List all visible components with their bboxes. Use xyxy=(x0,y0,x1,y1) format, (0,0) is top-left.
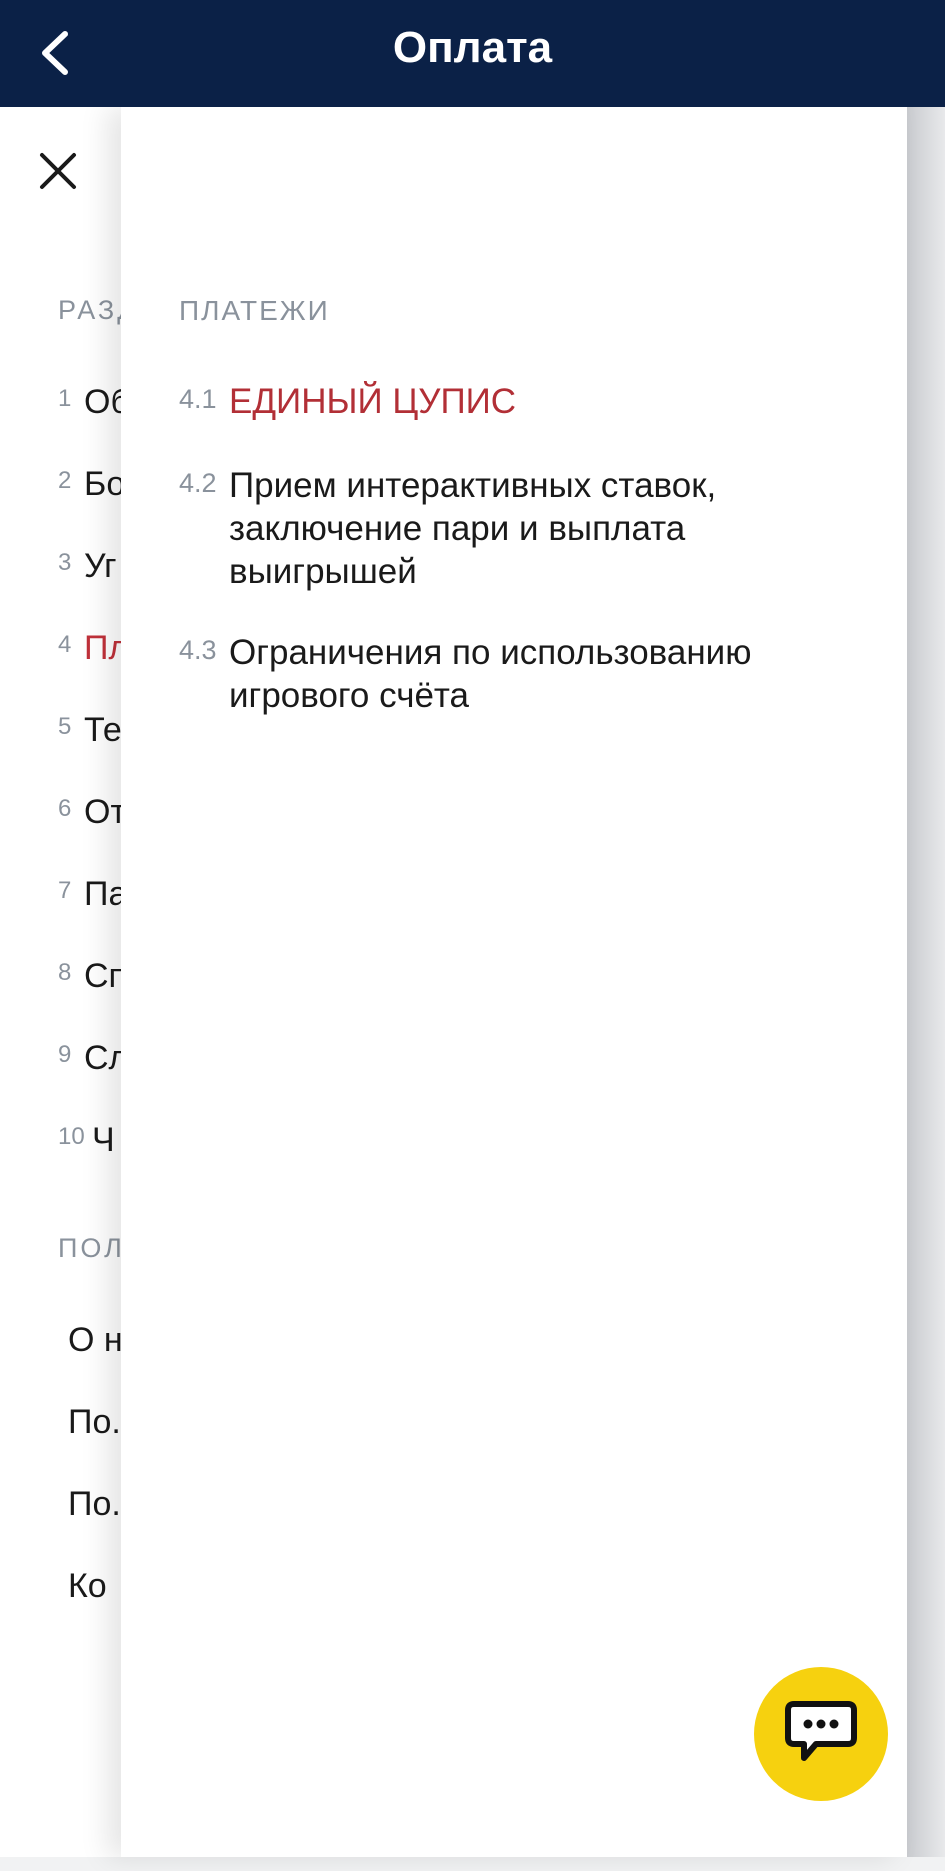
section-number: 2 xyxy=(58,467,72,494)
subsection-label: Прием интерактивных ставок, заключение п… xyxy=(229,466,717,591)
section-number: 1 xyxy=(58,385,72,412)
subsection-item-4-1[interactable]: 4.1 ЕДИНЫЙ ЦУПИС xyxy=(179,380,869,423)
section-number: 4 xyxy=(58,631,72,658)
chat-button[interactable] xyxy=(754,1667,888,1801)
section-number: 5 xyxy=(58,713,72,740)
section-number: 10 xyxy=(58,1123,85,1150)
section-item-7[interactable]: 7 Па xyxy=(58,875,127,914)
bottom-bar xyxy=(0,1857,945,1871)
subsection-sheet: ПЛАТЕЖИ 4.1 ЕДИНЫЙ ЦУПИС 4.2 Прием интер… xyxy=(121,107,907,1857)
section-label: Бо xyxy=(84,465,126,503)
useful-link-4[interactable]: Ко xyxy=(68,1567,107,1606)
useful-link-3[interactable]: По. xyxy=(68,1485,121,1524)
section-number: 7 xyxy=(58,877,72,904)
section-item-9[interactable]: 9 Сл xyxy=(58,1039,128,1078)
section-item-8[interactable]: 8 Сп xyxy=(58,957,127,996)
section-number: 3 xyxy=(58,549,72,576)
section-label: Ч xyxy=(92,1121,115,1159)
section-number: 9 xyxy=(58,1041,72,1068)
section-item-6[interactable]: 6 От xyxy=(58,793,126,832)
subsection-label: Ограничения по использованию игрового сч… xyxy=(229,633,752,715)
section-item-5[interactable]: 5 Те xyxy=(58,711,122,750)
subsection-item-4-2[interactable]: 4.2 Прием интерактивных ставок, заключен… xyxy=(179,464,869,593)
close-button[interactable] xyxy=(30,143,86,199)
section-label: От xyxy=(84,793,127,831)
section-number: 6 xyxy=(58,795,72,822)
useful-title: ПОЛ xyxy=(58,1233,125,1263)
chat-bubble-icon xyxy=(785,1701,857,1761)
page-title: Оплата xyxy=(392,23,553,72)
useful-link-1[interactable]: О н xyxy=(68,1321,123,1360)
close-icon xyxy=(40,153,76,189)
section-item-2[interactable]: 2 Бо xyxy=(58,465,125,504)
section-item-4[interactable]: 4 Пл xyxy=(58,629,128,668)
sheet-title: ПЛАТЕЖИ xyxy=(179,295,330,326)
app-header: Оплата xyxy=(0,0,945,107)
overlay-scrim xyxy=(907,107,945,1857)
section-label: Те xyxy=(84,711,122,749)
page: Оплата РАЗД 1 Об 2 Бо 3 Уг 4 Пл 5 Те 6 О… xyxy=(0,0,945,1871)
section-item-10[interactable]: 10 Ч xyxy=(58,1121,115,1160)
section-item-1[interactable]: 1 Об xyxy=(58,383,130,422)
section-label: Уг xyxy=(84,547,117,585)
subsection-number: 4.2 xyxy=(179,468,217,498)
subsection-number: 4.3 xyxy=(179,635,217,665)
section-item-3[interactable]: 3 Уг xyxy=(58,547,116,586)
subsection-number: 4.1 xyxy=(179,384,217,414)
useful-link-2[interactable]: По. xyxy=(68,1403,121,1442)
subsection-label: ЕДИНЫЙ ЦУПИС xyxy=(229,382,517,421)
section-number: 8 xyxy=(58,959,72,986)
subsection-item-4-3[interactable]: 4.3 Ограничения по использованию игровог… xyxy=(179,631,869,717)
